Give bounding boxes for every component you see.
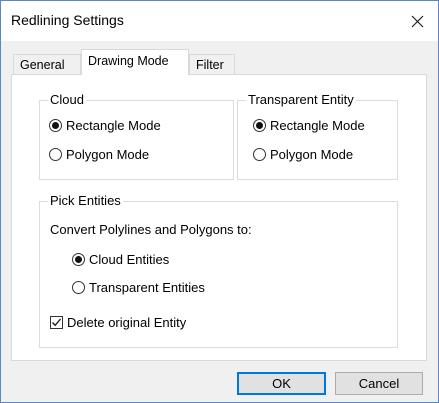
transparent-rectangle-mode-radio[interactable]: Rectangle Mode — [253, 118, 365, 133]
close-button[interactable] — [402, 7, 432, 35]
checkbox-box — [50, 316, 63, 329]
cancel-button-label: Cancel — [358, 376, 400, 391]
radio-selected-icon — [49, 119, 62, 132]
transparent-rectangle-mode-label: Rectangle Mode — [270, 118, 365, 133]
cloud-entities-label: Cloud Entities — [89, 252, 170, 267]
radio-unselected-icon — [253, 148, 266, 161]
tab-drawing-mode-label: Drawing Mode — [88, 54, 169, 68]
checkmark-icon — [52, 318, 61, 327]
cancel-button[interactable]: Cancel — [335, 372, 423, 395]
radio-unselected-icon — [72, 281, 85, 294]
cloud-polygon-mode-label: Polygon Mode — [66, 147, 150, 162]
cloud-rectangle-mode-label: Rectangle Mode — [66, 118, 161, 133]
transparent-entity-group-title: Transparent Entity — [246, 92, 356, 107]
cloud-entities-radio[interactable]: Cloud Entities — [72, 252, 169, 267]
pick-entities-group-title: Pick Entities — [48, 193, 123, 208]
cloud-group: Cloud Rectangle Mode Polygon Mode — [39, 92, 234, 180]
transparent-polygon-mode-label: Polygon Mode — [270, 147, 354, 162]
tab-filter-label: Filter — [196, 58, 224, 72]
transparent-entities-radio[interactable]: Transparent Entities — [72, 280, 205, 295]
drawing-mode-panel: Cloud Rectangle Mode Polygon Mode Transp… — [11, 74, 427, 361]
transparent-entity-group: Transparent Entity Rectangle Mode Polygo… — [237, 92, 398, 180]
cloud-rectangle-mode-radio[interactable]: Rectangle Mode — [49, 118, 161, 133]
transparent-entities-label: Transparent Entities — [89, 280, 205, 295]
cloud-group-title: Cloud — [48, 92, 86, 107]
radio-selected-icon — [72, 253, 85, 266]
radio-unselected-icon — [49, 148, 62, 161]
delete-original-entity-checkbox[interactable]: Delete original Entity — [50, 315, 186, 330]
dialog-window: Redlining Settings General Drawing Mode … — [0, 0, 439, 403]
ok-button[interactable]: OK — [237, 372, 326, 395]
tab-drawing-mode[interactable]: Drawing Mode — [81, 49, 189, 75]
cloud-polygon-mode-radio[interactable]: Polygon Mode — [49, 147, 149, 162]
close-icon — [411, 15, 423, 27]
pick-entities-group: Pick Entities Convert Polylines and Poly… — [39, 193, 398, 348]
tab-general[interactable]: General — [13, 54, 81, 75]
tab-general-label: General — [20, 58, 65, 72]
delete-original-entity-label: Delete original Entity — [67, 315, 187, 330]
window-title: Redlining Settings — [11, 12, 124, 28]
title-bar: Redlining Settings — [1, 1, 438, 41]
ok-button-label: OK — [272, 376, 291, 391]
radio-selected-icon — [253, 119, 266, 132]
convert-label: Convert Polylines and Polygons to: — [50, 222, 252, 237]
transparent-polygon-mode-radio[interactable]: Polygon Mode — [253, 147, 353, 162]
tab-filter[interactable]: Filter — [189, 54, 235, 75]
